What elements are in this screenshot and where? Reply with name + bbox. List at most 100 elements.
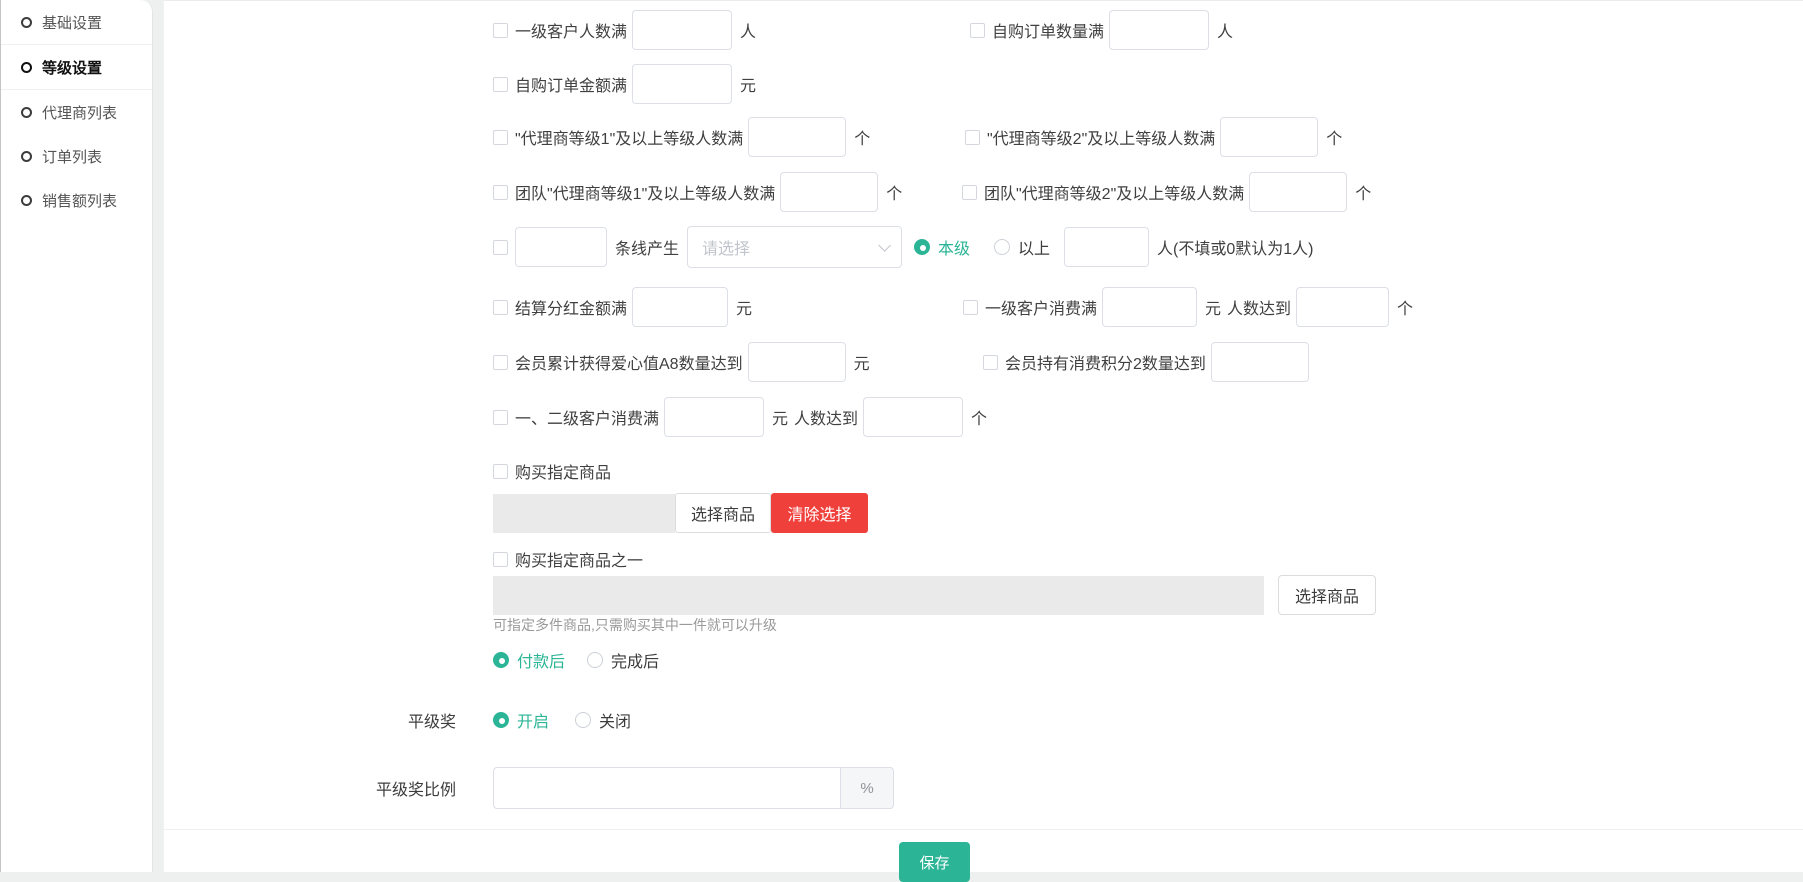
input-peer-award-ratio[interactable] [493, 767, 841, 809]
condition-team-agent2-count: 团队"代理商等级2"及以上等级人数满 个 [962, 171, 1371, 213]
circle-icon [21, 195, 32, 206]
radio-peer-award-on-label[interactable]: 开启 [517, 708, 549, 732]
condition-label: 一级客户人数满 [515, 18, 627, 42]
checkbox-first-customer-consume[interactable] [963, 300, 978, 315]
radio-current-level[interactable] [914, 239, 930, 255]
checkbox-love-value-a8[interactable] [493, 355, 508, 370]
unit-suffix: 元 [854, 350, 870, 374]
input-self-order-count[interactable] [1109, 10, 1209, 50]
condition-self-order-amount: 自购订单金额满 元 [493, 63, 756, 105]
condition-team-agent1-count: 团队"代理商等级1"及以上等级人数满 个 [493, 171, 902, 213]
radio-above-level-label[interactable]: 以上 [1018, 235, 1050, 259]
checkbox-team-agent1-count[interactable] [493, 185, 508, 200]
radio-current-level-label[interactable]: 本级 [938, 235, 970, 259]
radio-peer-award-off[interactable] [575, 712, 591, 728]
sidebar-item-label: 订单列表 [42, 146, 102, 167]
input-lines-count[interactable] [515, 227, 607, 267]
checkbox-agent2-count[interactable] [965, 130, 980, 145]
radio-after-complete-label[interactable]: 完成后 [611, 648, 659, 672]
percent-addon: % [841, 767, 894, 809]
input-first-customer-consume[interactable] [1102, 287, 1197, 327]
condition-label: 购买指定商品之一 [515, 547, 643, 571]
condition-buy-product: 购买指定商品 [493, 459, 611, 483]
radio-peer-award-on[interactable] [493, 712, 509, 728]
condition-settle-dividend: 结算分红金额满 元 [493, 286, 752, 328]
checkbox-settle-dividend[interactable] [493, 300, 508, 315]
lines-produce-suffix: 人(不填或0默认为1人) [1157, 235, 1313, 259]
radio-after-pay-label[interactable]: 付款后 [517, 648, 565, 672]
checkbox-consume-points2[interactable] [983, 355, 998, 370]
input-consume-points2[interactable] [1211, 342, 1309, 382]
peer-award-label: 平级奖 [164, 708, 456, 732]
checkbox-self-order-count[interactable] [970, 23, 985, 38]
level-select[interactable]: 请选择 [687, 226, 902, 268]
buy-one-of-hint: 可指定多件商品,只需购买其中一件就可以升级 [493, 615, 777, 635]
clear-selection-button[interactable]: 清除选择 [771, 493, 868, 533]
condition-first-customer-consume: 一级客户消费满 元 人数达到 个 [963, 286, 1413, 328]
checkbox-buy-product[interactable] [493, 464, 508, 479]
input-settle-dividend[interactable] [632, 287, 728, 327]
input-first-customer-consume-count[interactable] [1296, 287, 1389, 327]
checkbox-lines-produce[interactable] [493, 240, 508, 255]
page: 基础设置 等级设置 代理商列表 订单列表 销售额列表 一级客户人数满 人 [0, 0, 1803, 872]
condition-label: 自购订单金额满 [515, 72, 627, 96]
radio-above-level[interactable] [994, 239, 1010, 255]
pay-timing-group: 付款后 完成后 [493, 649, 659, 671]
condition-label: 团队"代理商等级1"及以上等级人数满 [515, 180, 775, 204]
condition-label: 购买指定商品 [515, 459, 611, 483]
condition-label: 结算分红金额满 [515, 295, 627, 319]
checkbox-first-customer-count[interactable] [493, 23, 508, 38]
save-button[interactable]: 保存 [899, 842, 970, 882]
sidebar-item-basic-settings[interactable]: 基础设置 [1, 0, 152, 44]
peer-award-row: 平级奖 开启 关闭 [164, 709, 631, 731]
sidebar-item-sales-list[interactable]: 销售额列表 [1, 178, 152, 222]
input-agent1-count[interactable] [748, 117, 846, 157]
checkbox-buy-one-of[interactable] [493, 552, 508, 567]
input-agent2-count[interactable] [1220, 117, 1318, 157]
radio-peer-award-off-label[interactable]: 关闭 [599, 708, 631, 732]
condition-love-value-a8: 会员累计获得爱心值A8数量达到 元 [493, 341, 870, 383]
unit-suffix: 元 [772, 405, 788, 429]
checkbox-self-order-amount[interactable] [493, 77, 508, 92]
input-level12-consume[interactable] [664, 397, 764, 437]
condition-agent2-count: "代理商等级2"及以上等级人数满 个 [965, 116, 1342, 158]
sidebar-item-label: 代理商列表 [42, 102, 117, 123]
buy-one-of-picker: 选择商品 [493, 575, 1376, 615]
input-team-agent2-count[interactable] [1249, 172, 1347, 212]
buy-product-picker: 选择商品 清除选择 [493, 493, 868, 533]
count-label: 人数达到 [794, 405, 858, 429]
condition-lines-produce: 条线产生 请选择 本级 以上 人(不填或0默认为1人) [493, 226, 1314, 268]
input-level12-consume-count[interactable] [863, 397, 963, 437]
condition-consume-points2: 会员持有消费积分2数量达到 [983, 341, 1309, 383]
checkbox-level12-consume[interactable] [493, 410, 508, 425]
peer-award-ratio-label: 平级奖比例 [164, 776, 456, 800]
footer-divider [164, 829, 1803, 830]
input-self-order-amount[interactable] [632, 64, 732, 104]
main-panel: 一级客户人数满 人 自购订单数量满 人 自购订单金额满 元 "代理商等级1"及以… [163, 0, 1803, 872]
lines-produce-label: 条线产生 [615, 235, 679, 259]
condition-buy-one-of: 购买指定商品之一 [493, 547, 643, 571]
radio-after-complete[interactable] [587, 652, 603, 668]
input-lines-people[interactable] [1064, 227, 1149, 267]
checkbox-agent1-count[interactable] [493, 130, 508, 145]
condition-agent1-count: "代理商等级1"及以上等级人数满 个 [493, 116, 870, 158]
checkbox-team-agent2-count[interactable] [962, 185, 977, 200]
input-team-agent1-count[interactable] [780, 172, 878, 212]
condition-label: 一级客户消费满 [985, 295, 1097, 319]
condition-label: 一、二级客户消费满 [515, 405, 659, 429]
radio-after-pay[interactable] [493, 652, 509, 668]
input-love-value-a8[interactable] [748, 342, 846, 382]
sidebar-item-label: 销售额列表 [42, 190, 117, 211]
sidebar: 基础设置 等级设置 代理商列表 订单列表 销售额列表 [1, 0, 153, 872]
sidebar-item-level-settings[interactable]: 等级设置 [1, 45, 152, 89]
unit-suffix: 个 [854, 125, 870, 149]
unit-suffix: 人 [740, 18, 756, 42]
choose-product-button[interactable]: 选择商品 [675, 493, 771, 533]
choose-products-button[interactable]: 选择商品 [1278, 575, 1376, 615]
sidebar-item-order-list[interactable]: 订单列表 [1, 134, 152, 178]
sidebar-item-agent-list[interactable]: 代理商列表 [1, 90, 152, 134]
condition-label: 团队"代理商等级2"及以上等级人数满 [984, 180, 1244, 204]
hint-text: 可指定多件商品,只需购买其中一件就可以升级 [493, 615, 777, 635]
input-first-customer-count[interactable] [632, 10, 732, 50]
unit-suffix: 个 [1355, 180, 1371, 204]
